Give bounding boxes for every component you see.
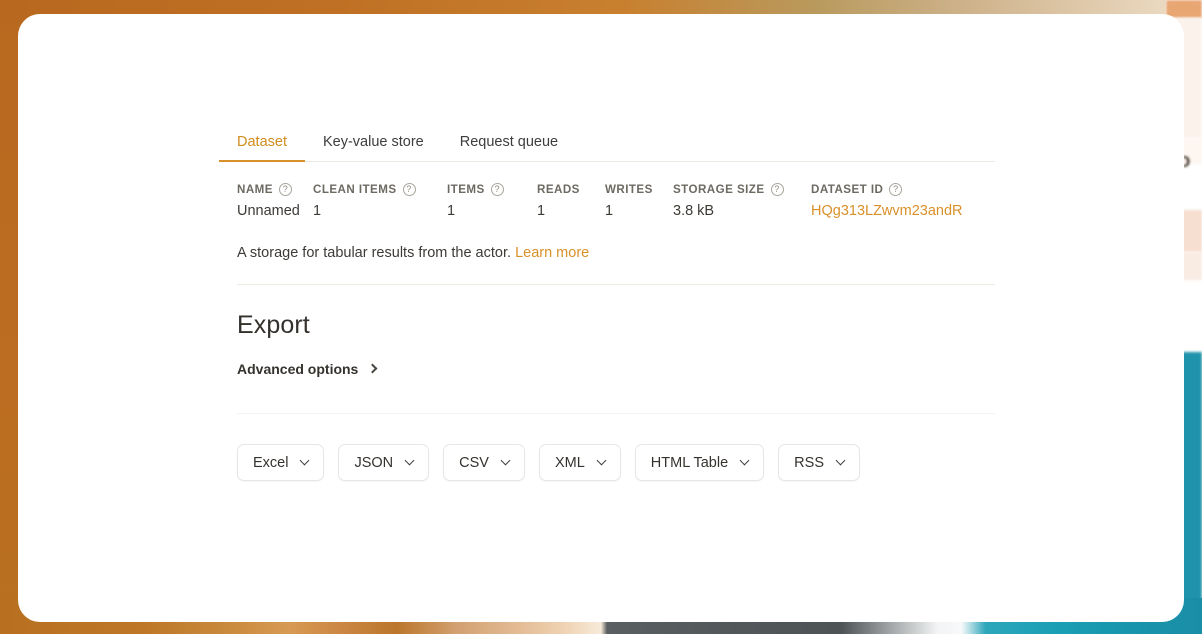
stat-header: CLEAN ITEMS ? [313,183,447,196]
stat-writes: WRITES 1 [605,183,673,219]
stat-header: DATASET ID ? [811,183,963,196]
storage-panel: Dataset Key-value store Request queue NA… [219,118,995,481]
tab-request-queue[interactable]: Request queue [442,135,576,162]
tab-key-value-store[interactable]: Key-value store [305,135,442,162]
advanced-options-toggle[interactable]: Advanced options [237,361,376,377]
stat-label: DATASET ID [811,183,883,196]
tab-label: Key-value store [323,134,424,150]
stat-header: ITEMS ? [447,183,537,196]
storage-description: A storage for tabular results from the a… [237,245,995,261]
stat-header: WRITES [605,183,673,196]
section-divider [237,284,995,285]
export-button-label: JSON [354,455,393,471]
stat-storage-size: STORAGE SIZE ? 3.8 kB [673,183,811,219]
stat-value: Unnamed [237,203,313,219]
stat-header: STORAGE SIZE ? [673,183,811,196]
export-button-label: XML [555,455,585,471]
export-button-json[interactable]: JSON [338,444,429,481]
description-text: A storage for tabular results from the a… [237,245,511,261]
stat-clean-items: CLEAN ITEMS ? 1 [313,183,447,219]
export-button-label: RSS [794,455,824,471]
export-format-buttons: Excel JSON CSV XML HTML Table RSS [237,444,995,481]
help-icon[interactable]: ? [403,183,416,196]
tab-label: Dataset [237,134,287,150]
chevron-down-icon [596,456,606,466]
export-button-excel[interactable]: Excel [237,444,324,481]
export-button-xml[interactable]: XML [539,444,621,481]
help-icon[interactable]: ? [279,183,292,196]
main-card: Dataset Key-value store Request queue NA… [18,14,1184,622]
stat-value: 1 [447,203,537,219]
export-button-html-table[interactable]: HTML Table [635,444,764,481]
stat-header: NAME ? [237,183,313,196]
learn-more-link[interactable]: Learn more [515,245,589,261]
stat-reads: READS 1 [537,183,605,219]
help-icon[interactable]: ? [771,183,784,196]
tab-label: Request queue [460,134,558,150]
stat-name: NAME ? Unnamed [237,183,313,219]
stat-label: STORAGE SIZE [673,183,765,196]
export-button-label: CSV [459,455,489,471]
stat-label: READS [537,183,580,196]
chevron-down-icon [740,456,750,466]
export-title: Export [237,311,995,340]
stat-value: 3.8 kB [673,203,811,219]
tab-dataset[interactable]: Dataset [219,135,305,162]
chevron-down-icon [501,456,511,466]
dataset-stats-row: NAME ? Unnamed CLEAN ITEMS ? 1 ITEMS ? 1 [219,162,995,219]
help-icon[interactable]: ? [889,183,902,196]
stat-value: 1 [537,203,605,219]
stat-label: ITEMS [447,183,485,196]
stat-label: CLEAN ITEMS [313,183,397,196]
export-button-rss[interactable]: RSS [778,444,860,481]
stat-label: NAME [237,183,273,196]
help-icon[interactable]: ? [491,183,504,196]
stat-value: 1 [605,203,673,219]
stat-header: READS [537,183,605,196]
advanced-options-label: Advanced options [237,361,358,377]
stat-label: WRITES [605,183,653,196]
export-button-label: Excel [253,455,288,471]
chevron-down-icon [405,456,415,466]
chevron-right-icon [368,364,378,374]
export-button-label: HTML Table [651,455,728,471]
export-divider [237,413,995,414]
dataset-id-value[interactable]: HQg313LZwvm23andR [811,203,963,219]
export-button-csv[interactable]: CSV [443,444,525,481]
stat-value: 1 [313,203,447,219]
chevron-down-icon [300,456,310,466]
chevron-down-icon [836,456,846,466]
stat-dataset-id: DATASET ID ? HQg313LZwvm23andR [811,183,963,219]
storage-tabs: Dataset Key-value store Request queue [219,118,995,162]
stat-items: ITEMS ? 1 [447,183,537,219]
